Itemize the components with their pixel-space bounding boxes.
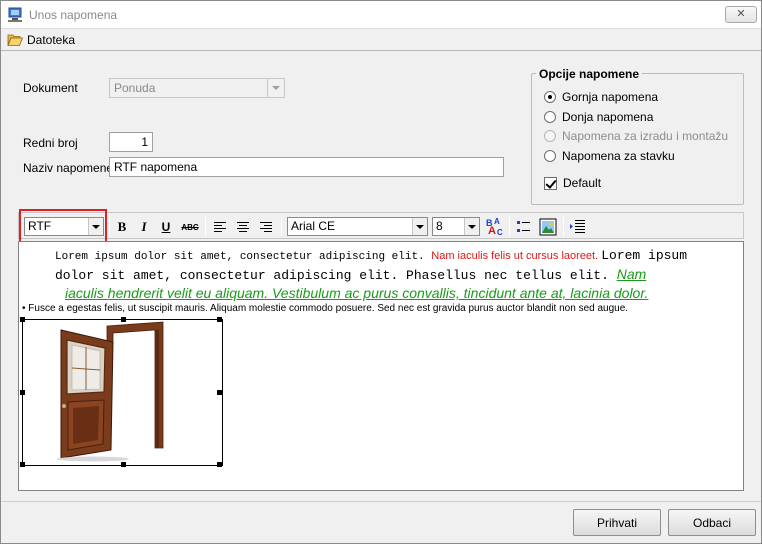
- window-title: Unos napomena: [29, 8, 118, 22]
- radio-label: Napomena za izradu i montažu: [562, 129, 729, 143]
- format-toolbar: RTF B I U ABC Arial CE 8 B A A C: [18, 212, 744, 239]
- dokument-label: Dokument: [23, 81, 78, 95]
- radio-donja[interactable]: Donja napomena: [544, 109, 653, 125]
- radio-stavka[interactable]: Napomena za stavku: [544, 148, 675, 164]
- italic-button[interactable]: I: [135, 218, 153, 236]
- accept-label: Prihvati: [596, 515, 637, 530]
- redni-broj-field[interactable]: 1: [109, 132, 153, 152]
- door-icon: [57, 321, 164, 462]
- folder-open-icon: [7, 34, 23, 46]
- resize-handle[interactable]: [121, 462, 126, 467]
- toolbar-separator: [281, 217, 282, 236]
- radio-disabled-icon: [544, 130, 556, 142]
- radio-label: Gornja napomena: [562, 90, 659, 104]
- title-bar: Unos napomena ✕: [1, 1, 761, 29]
- cancel-label: Odbaci: [692, 515, 732, 530]
- underline-button[interactable]: U: [157, 218, 175, 236]
- redni-broj-value: 1: [141, 135, 148, 149]
- naziv-label: Naziv napomene: [23, 161, 114, 175]
- insert-image-icon[interactable]: [539, 218, 557, 236]
- dokument-select: Ponuda: [109, 78, 285, 98]
- close-icon: ✕: [736, 8, 746, 20]
- toolbar-separator: [205, 217, 206, 236]
- text-mono-2: dolor sit amet, consectetur adipiscing e…: [55, 268, 617, 283]
- toolbar-separator: [509, 217, 510, 236]
- paragraph-1: Lorem ipsum dolor sit amet, consectetur …: [55, 248, 741, 265]
- resize-handle[interactable]: [20, 317, 25, 322]
- radio-label: Napomena za stavku: [562, 149, 675, 163]
- paragraph-icon[interactable]: [569, 218, 587, 236]
- resize-handle[interactable]: [217, 390, 222, 395]
- radio-izrada: Napomena za izradu i montažu: [544, 128, 728, 144]
- italic-icon: I: [141, 219, 147, 234]
- text-green: Nam: [616, 266, 647, 282]
- svg-text:A: A: [488, 225, 496, 236]
- radio-icon: [544, 150, 556, 162]
- radio-checked-icon: [544, 91, 556, 103]
- align-right-button[interactable]: [257, 218, 275, 236]
- toolbar-separator: [563, 217, 564, 236]
- text-red: Nam iaculis felis ut cursus laoreet.: [431, 250, 602, 262]
- highlight-frame: [19, 209, 107, 243]
- size-value: 8: [436, 219, 443, 233]
- resize-handle[interactable]: [20, 390, 25, 395]
- strikethrough-icon: ABC: [181, 222, 199, 232]
- bold-icon: B: [117, 219, 127, 234]
- text-mono: Lorem ipsum dolor sit amet, consectetur …: [55, 251, 432, 263]
- bold-button[interactable]: B: [113, 218, 131, 236]
- redni-broj-label: Redni broj: [23, 136, 78, 150]
- resize-handle[interactable]: [121, 317, 126, 322]
- naziv-value: RTF napomena: [114, 160, 198, 174]
- text-color-icon[interactable]: B A A C: [485, 216, 505, 236]
- checkbox-checked-icon: [544, 176, 557, 190]
- underline-icon: U: [161, 220, 171, 234]
- options-title: Opcije napomene: [536, 67, 643, 81]
- chevron-down-icon: [412, 218, 427, 235]
- text-big: Lorem ipsum: [601, 248, 688, 263]
- close-button[interactable]: ✕: [725, 6, 757, 23]
- menu-bar: Datoteka: [1, 29, 761, 51]
- font-value: Arial CE: [291, 219, 336, 233]
- note-entry-window: Unos napomena ✕ Datoteka Dokument Ponuda…: [0, 0, 762, 544]
- bottom-divider: [1, 501, 761, 502]
- chevron-down-icon: [267, 79, 284, 97]
- menu-file[interactable]: Datoteka: [7, 32, 75, 48]
- default-checkbox[interactable]: Default: [544, 175, 601, 191]
- align-center-button[interactable]: [234, 218, 252, 236]
- door-image[interactable]: [20, 317, 223, 467]
- bullet-paragraph: • Fusce a egestas felis, ut suscipit mau…: [22, 303, 629, 314]
- svg-text:C: C: [497, 228, 503, 236]
- accept-button[interactable]: Prihvati: [573, 509, 661, 536]
- align-right-icon: [260, 222, 272, 232]
- align-left-button[interactable]: [211, 218, 229, 236]
- resize-handle[interactable]: [20, 462, 25, 467]
- paragraph-1-line-3: iaculis hendrerit velit eu aliquam. Vest…: [65, 285, 649, 301]
- bullet-list-icon[interactable]: [515, 218, 533, 236]
- naziv-field[interactable]: RTF napomena: [109, 157, 504, 177]
- chevron-down-icon: [464, 218, 479, 235]
- resize-handle[interactable]: [217, 462, 222, 467]
- paragraph-1-line-2: dolor sit amet, consectetur adipiscing e…: [55, 266, 741, 283]
- align-center-icon: [237, 222, 249, 232]
- dokument-value: Ponuda: [114, 81, 156, 95]
- monitor-icon: [8, 7, 22, 22]
- font-select[interactable]: Arial CE: [287, 217, 428, 236]
- resize-handle[interactable]: [217, 317, 222, 322]
- radio-icon: [544, 111, 556, 123]
- cancel-button[interactable]: Odbaci: [668, 509, 756, 536]
- strikethrough-button[interactable]: ABC: [179, 218, 201, 236]
- size-select[interactable]: 8: [432, 217, 480, 236]
- menu-file-label: Datoteka: [27, 33, 76, 47]
- align-left-icon: [214, 222, 226, 232]
- default-label: Default: [563, 176, 602, 190]
- radio-gornja[interactable]: Gornja napomena: [544, 89, 658, 105]
- rtf-editor[interactable]: Lorem ipsum dolor sit amet, consectetur …: [18, 241, 744, 491]
- toolbar-separator: [109, 217, 110, 236]
- radio-label: Donja napomena: [562, 110, 654, 124]
